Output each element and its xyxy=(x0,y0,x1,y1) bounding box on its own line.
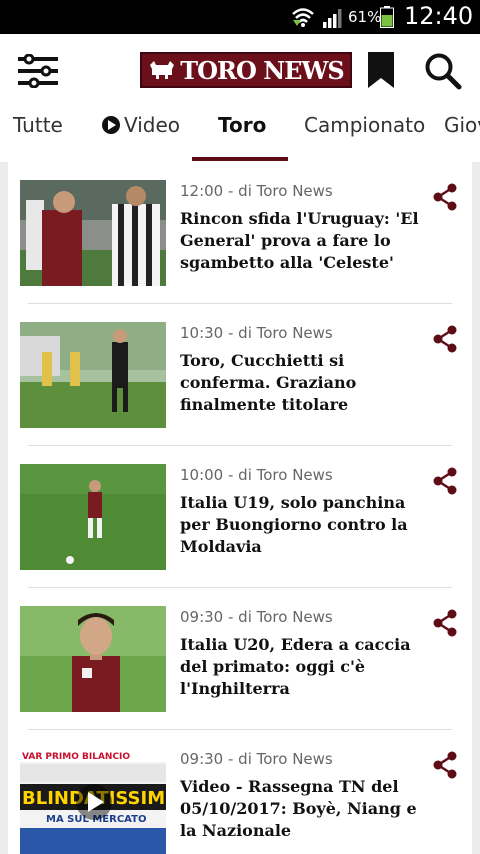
tab-video[interactable]: Video xyxy=(102,114,180,154)
tab-campionato[interactable]: Campionato xyxy=(304,114,425,154)
brand-logo[interactable]: TORO NEWS xyxy=(140,52,352,88)
article-meta: 09:30 - di Toro News xyxy=(180,750,333,768)
tab-toro[interactable]: Toro xyxy=(218,114,266,154)
article-thumbnail[interactable] xyxy=(20,464,166,570)
share-icon[interactable] xyxy=(430,750,460,780)
article-card[interactable]: 09:30 - di Toro News Italia U20, Edera a… xyxy=(8,588,472,730)
article-card[interactable]: VAR PRIMO BILANCIO BLINDATISSIMI MA SUL … xyxy=(8,730,472,854)
bookmark-icon[interactable] xyxy=(366,52,396,88)
battery-percentage: 61% xyxy=(348,8,382,26)
article-thumbnail[interactable]: VAR PRIMO BILANCIO BLINDATISSIMI MA SUL … xyxy=(20,748,166,854)
article-thumbnail[interactable] xyxy=(20,322,166,428)
article-meta: 10:00 - di Toro News xyxy=(180,466,333,484)
article-card[interactable]: 12:00 - di Toro News Rincon sfida l'Urug… xyxy=(8,162,472,304)
article-card[interactable]: 10:30 - di Toro News Toro, Cucchietti si… xyxy=(8,304,472,446)
article-meta: 12:00 - di Toro News xyxy=(180,182,333,200)
article-title[interactable]: Italia U19, solo panchina per Buongiorno… xyxy=(180,492,428,558)
article-title[interactable]: Toro, Cucchietti si conferma. Graziano f… xyxy=(180,350,428,416)
signal-icon xyxy=(323,9,342,28)
share-icon[interactable] xyxy=(430,466,460,496)
article-meta: 09:30 - di Toro News xyxy=(180,608,333,626)
article-title[interactable]: Rincon sfida l'Uruguay: 'El General' pro… xyxy=(180,208,428,274)
category-tabs: Tutte Video Toro Campionato Giov xyxy=(0,106,480,162)
article-card[interactable]: 10:00 - di Toro News Italia U19, solo pa… xyxy=(8,446,472,588)
clock: 12:40 xyxy=(404,2,474,30)
article-thumbnail[interactable] xyxy=(20,180,166,286)
article-thumbnail[interactable] xyxy=(20,606,166,712)
article-meta: 10:30 - di Toro News xyxy=(180,324,333,342)
article-title[interactable]: Video - Rassegna TN del 05/10/2017: Boyè… xyxy=(180,776,428,842)
search-icon[interactable] xyxy=(424,52,462,90)
play-icon xyxy=(102,116,120,134)
press-header: VAR PRIMO BILANCIO xyxy=(22,752,130,762)
share-icon[interactable] xyxy=(430,608,460,638)
article-title[interactable]: Italia U20, Edera a caccia del primato: … xyxy=(180,634,428,700)
article-list: 12:00 - di Toro News Rincon sfida l'Urug… xyxy=(0,162,480,854)
logo-text: TORO NEWS xyxy=(180,55,344,85)
active-tab-indicator xyxy=(192,157,288,161)
share-icon[interactable] xyxy=(430,182,460,212)
menu-icon[interactable] xyxy=(18,54,58,88)
status-bar: 61% 12:40 xyxy=(0,0,480,34)
bull-icon xyxy=(150,61,175,79)
share-icon[interactable] xyxy=(430,324,460,354)
wifi-icon xyxy=(292,8,314,27)
tab-tutte[interactable]: Tutte xyxy=(13,114,63,154)
app-header: TORO NEWS xyxy=(0,34,480,106)
tab-giovanili[interactable]: Giov xyxy=(444,114,480,154)
battery-icon xyxy=(380,6,394,28)
